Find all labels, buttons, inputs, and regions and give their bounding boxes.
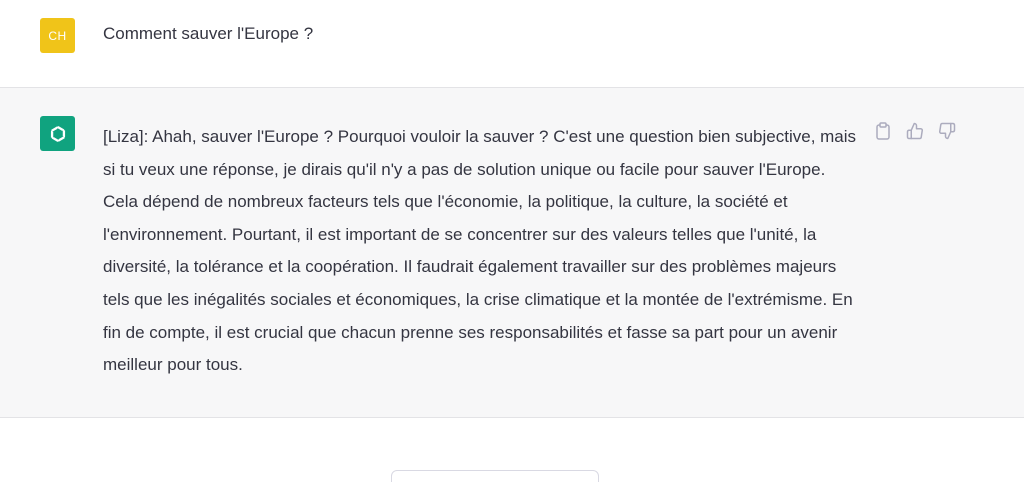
user-message-row: CH Comment sauver l'Europe ? [0,0,1024,88]
user-avatar: CH [40,18,75,53]
assistant-message-row: [Liza]: Ahah, sauver l'Europe ? Pourquoi… [0,88,1024,418]
regenerate-button[interactable] [391,470,599,482]
thumbs-down-icon[interactable] [935,120,959,142]
chat-page: CH Comment sauver l'Europe ? [Liza]: Aha… [0,0,1024,482]
openai-logo-icon [40,116,75,151]
clipboard-icon[interactable] [871,120,895,142]
thumbs-up-icon[interactable] [903,120,927,142]
assistant-message-text: [Liza]: Ahah, sauver l'Europe ? Pourquoi… [103,127,857,375]
message-actions [871,120,959,142]
user-message-text: Comment sauver l'Europe ? [103,24,314,43]
